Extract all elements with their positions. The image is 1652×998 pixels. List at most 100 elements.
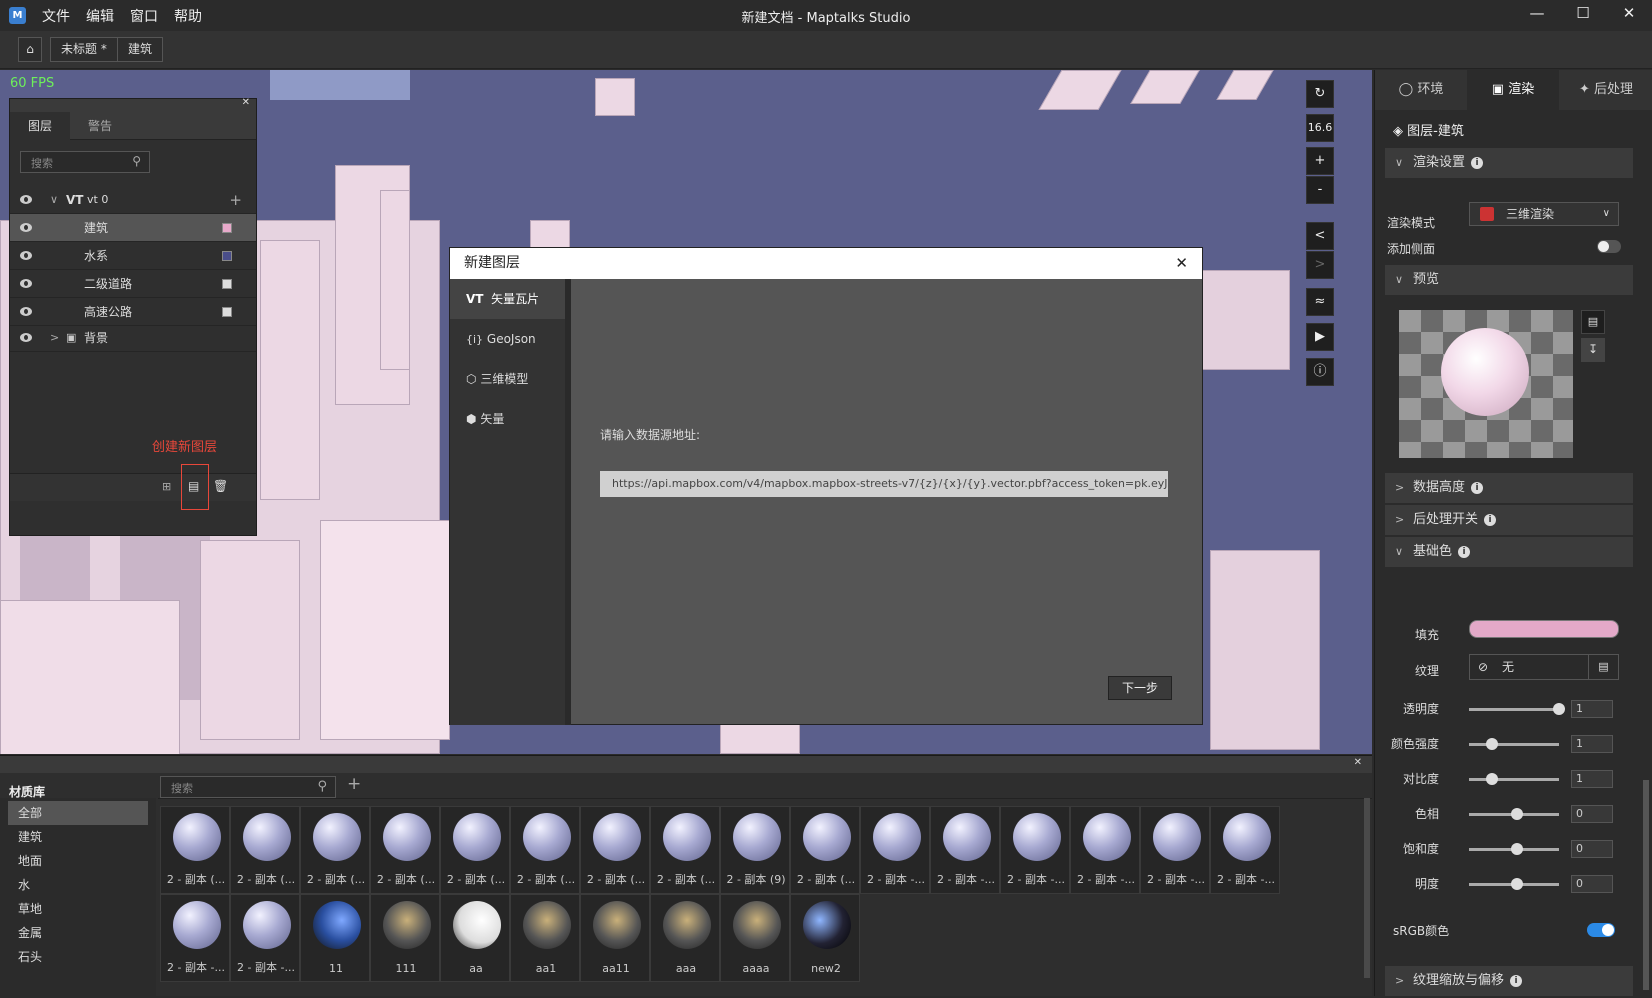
material-item[interactable]: 2 - 副本 (... xyxy=(580,806,650,894)
minimize-icon[interactable]: — xyxy=(1522,4,1552,26)
info-icon[interactable]: i xyxy=(1484,513,1497,526)
material-search-input[interactable]: 搜索 ⚲ xyxy=(160,776,336,798)
reset-view-icon[interactable]: ↻ xyxy=(1306,80,1334,108)
close-window-icon[interactable]: ✕ xyxy=(1614,4,1644,26)
zoom-in-button[interactable]: + xyxy=(1306,147,1334,175)
info-icon[interactable]: i xyxy=(1471,156,1484,169)
material-item[interactable]: 2 - 副本 -... xyxy=(930,806,1000,894)
render-mode-select[interactable]: 三维渲染 ∨ xyxy=(1469,202,1619,226)
material-item[interactable]: 2 - 副本 (9) xyxy=(720,806,790,894)
material-item[interactable]: aa11 xyxy=(580,894,650,982)
material-item[interactable]: new2 xyxy=(790,894,860,982)
tab-environment[interactable]: ◯ 环境 xyxy=(1375,70,1467,110)
param-slider[interactable] xyxy=(1469,808,1559,820)
material-item[interactable]: aaa xyxy=(650,894,720,982)
source-3d-model[interactable]: ⬡ 三维模型 xyxy=(450,359,565,399)
srgb-toggle[interactable] xyxy=(1587,923,1615,937)
material-item[interactable]: 111 xyxy=(370,894,440,982)
param-value-input[interactable]: 0 xyxy=(1571,875,1613,893)
slider-knob[interactable] xyxy=(1511,843,1523,855)
section-render-settings[interactable]: ∨ 渲染设置 i xyxy=(1385,148,1633,178)
tab-render[interactable]: ▣ 渲染 xyxy=(1467,70,1559,110)
layer-row-background[interactable]: > ▣ 背景 xyxy=(10,324,256,352)
material-item[interactable]: 2 - 副本 -... xyxy=(1000,806,1070,894)
visibility-icon[interactable] xyxy=(20,195,32,204)
layer-group-row[interactable]: ∨ VT vt 0 + xyxy=(10,186,256,214)
source-vector-tile[interactable]: VT 矢量瓦片 xyxy=(450,279,565,319)
section-base-color[interactable]: ∨ 基础色 i xyxy=(1385,537,1633,567)
param-value-input[interactable]: 1 xyxy=(1571,770,1613,788)
material-item[interactable]: 2 - 副本 (... xyxy=(440,806,510,894)
category-item[interactable]: 金属 xyxy=(8,921,148,945)
material-item[interactable]: aa1 xyxy=(510,894,580,982)
maximize-icon[interactable]: ☐ xyxy=(1568,4,1598,26)
category-item[interactable]: 地面 xyxy=(8,849,148,873)
layer-color-swatch[interactable] xyxy=(222,251,232,261)
category-item[interactable]: 水 xyxy=(8,873,148,897)
close-library-icon[interactable]: ✕ xyxy=(1354,757,1362,768)
material-item[interactable]: 2 - 副本 -... xyxy=(230,894,300,982)
param-value-input[interactable]: 1 xyxy=(1571,700,1613,718)
add-material-icon[interactable]: + xyxy=(347,774,361,794)
category-item[interactable]: 石头 xyxy=(8,945,148,969)
material-item[interactable]: 2 - 副本 (... xyxy=(300,806,370,894)
material-item[interactable]: 2 - 副本 (... xyxy=(160,806,230,894)
section-preview[interactable]: ∨ 预览 xyxy=(1385,265,1633,295)
layer-color-swatch[interactable] xyxy=(222,223,232,233)
param-slider[interactable] xyxy=(1469,703,1565,715)
next-button[interactable]: 下一步 xyxy=(1108,676,1172,700)
category-item[interactable]: 草地 xyxy=(8,897,148,921)
pan-left-button[interactable]: < xyxy=(1306,222,1334,250)
section-postprocess-switch[interactable]: > 后处理开关 i xyxy=(1385,505,1633,535)
pan-right-button[interactable]: > xyxy=(1306,251,1334,279)
slider-knob[interactable] xyxy=(1511,878,1523,890)
breadcrumb-layer[interactable]: 建筑 xyxy=(117,37,164,62)
layer-row[interactable]: 二级道路 xyxy=(10,270,256,298)
source-vector[interactable]: ⬢ 矢量 xyxy=(450,399,565,439)
layer-row[interactable]: 高速公路 xyxy=(10,298,256,326)
zoom-out-button[interactable]: - xyxy=(1306,176,1334,204)
add-side-toggle[interactable] xyxy=(1597,240,1621,253)
home-icon[interactable]: ⌂ xyxy=(18,37,42,62)
visibility-icon[interactable] xyxy=(20,279,32,288)
play-icon[interactable]: ▶ xyxy=(1306,323,1334,351)
material-item[interactable]: 2 - 副本 (... xyxy=(230,806,300,894)
info-icon[interactable]: ⓘ xyxy=(1306,358,1334,386)
param-slider[interactable] xyxy=(1469,843,1559,855)
url-input[interactable]: https://api.mapbox.com/v4/mapbox.mapbox-… xyxy=(600,471,1168,497)
param-slider[interactable] xyxy=(1469,738,1559,750)
info-icon[interactable]: i xyxy=(1510,974,1523,987)
material-item[interactable]: 2 - 副本 (... xyxy=(510,806,580,894)
add-icon[interactable]: + xyxy=(229,186,242,214)
material-item[interactable]: 2 - 副本 (... xyxy=(790,806,860,894)
wifi-icon[interactable]: ≈ xyxy=(1306,288,1334,316)
slider-knob[interactable] xyxy=(1511,808,1523,820)
slider-knob[interactable] xyxy=(1553,703,1565,715)
slider-knob[interactable] xyxy=(1485,773,1498,785)
source-geojson[interactable]: {i} GeoJson xyxy=(450,319,565,359)
section-texture-scale[interactable]: > 纹理缩放与偏移 i xyxy=(1385,966,1633,996)
visibility-icon[interactable] xyxy=(20,333,32,342)
material-item[interactable]: 2 - 副本 -... xyxy=(1070,806,1140,894)
material-item[interactable]: aa xyxy=(440,894,510,982)
layer-search-input[interactable]: 搜索 ⚲ xyxy=(20,151,150,173)
fill-color-swatch[interactable] xyxy=(1469,620,1619,638)
add-layer-icon[interactable]: ⊞ xyxy=(162,480,171,493)
material-item[interactable]: 2 - 副本 -... xyxy=(160,894,230,982)
material-item[interactable]: 11 xyxy=(300,894,370,982)
delete-icon[interactable]: 🗑 xyxy=(213,479,228,493)
tab-postprocess[interactable]: ✦ 后处理 xyxy=(1559,70,1652,110)
chevron-down-icon[interactable]: ∨ xyxy=(50,186,58,214)
param-slider[interactable] xyxy=(1469,773,1559,785)
tab-layers[interactable]: 图层 xyxy=(10,112,70,140)
download-icon[interactable]: ↧ xyxy=(1581,338,1605,362)
open-folder-icon[interactable]: ▤ xyxy=(1581,310,1605,334)
layer-row[interactable]: 建筑 xyxy=(10,214,256,242)
material-item[interactable]: aaaa xyxy=(720,894,790,982)
texture-select[interactable]: ⊘ 无 ▤ xyxy=(1469,654,1619,680)
material-item[interactable]: 2 - 副本 -... xyxy=(1140,806,1210,894)
info-icon[interactable]: i xyxy=(1458,545,1471,558)
category-item[interactable]: 全部 xyxy=(8,801,148,825)
close-panel-icon[interactable]: ✕ xyxy=(242,97,250,108)
library-scrollbar[interactable] xyxy=(1364,798,1370,978)
